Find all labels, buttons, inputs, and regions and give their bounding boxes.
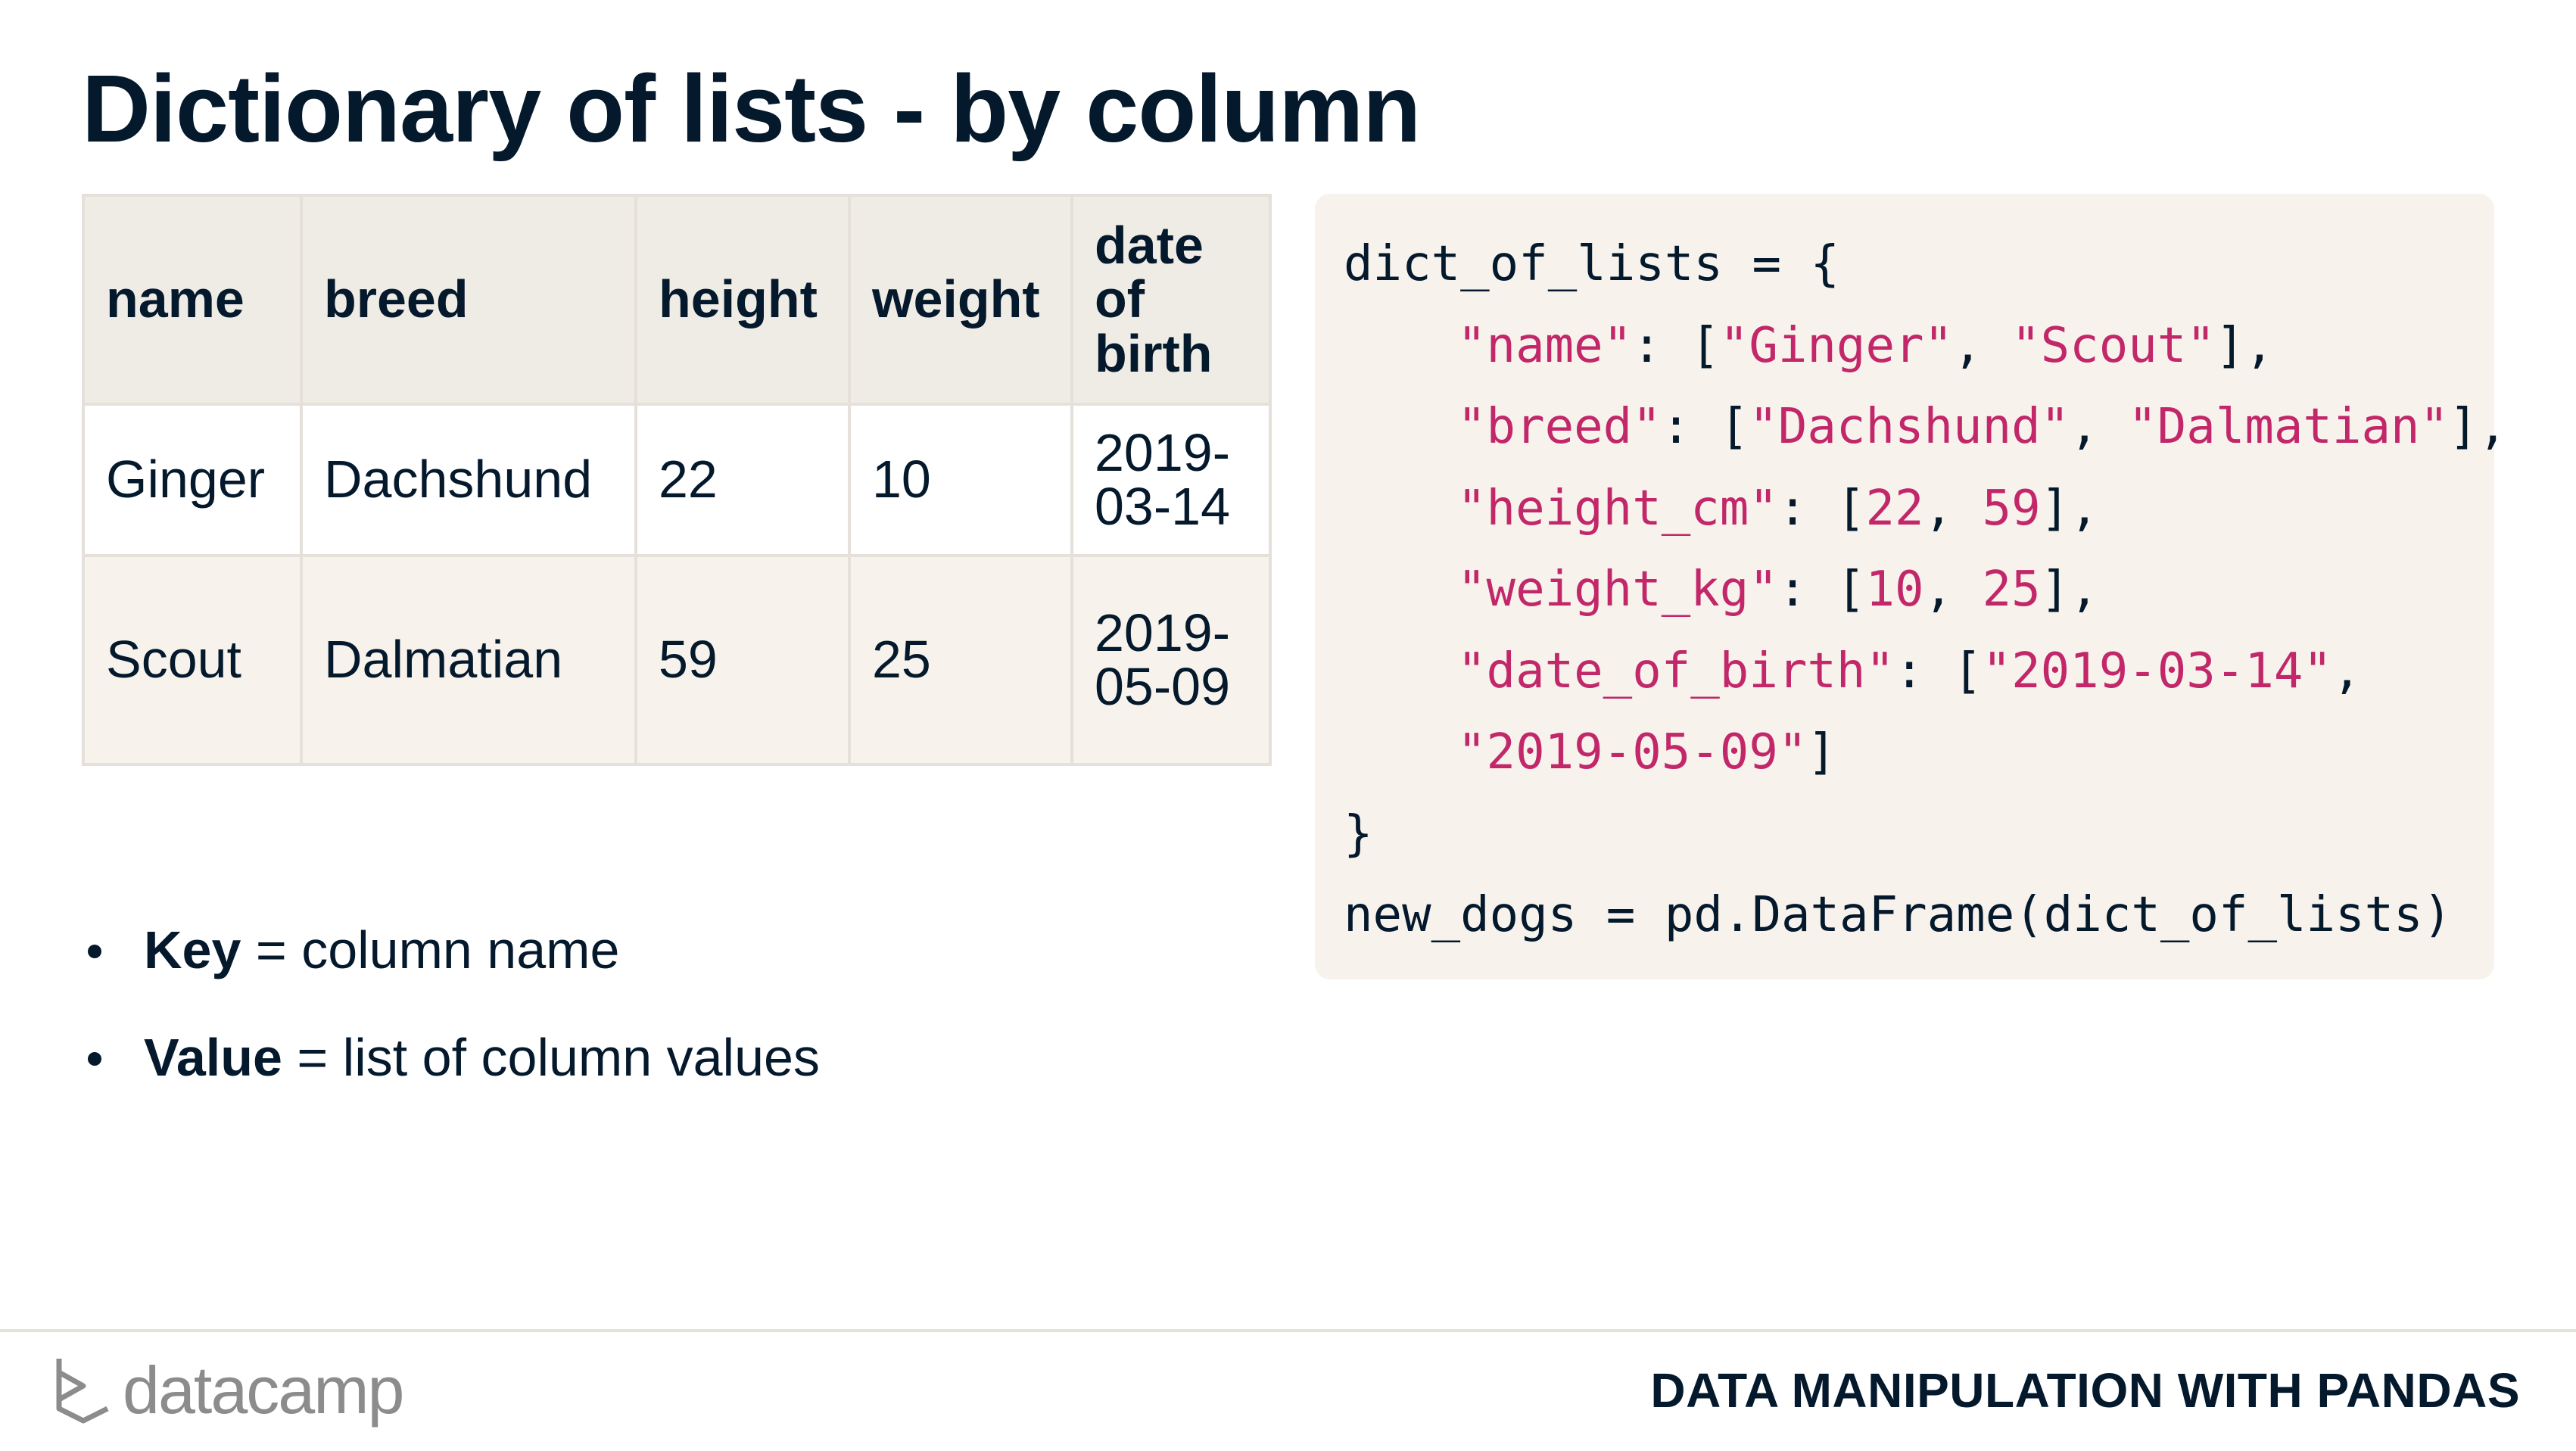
code-value: "Dachshund" — [1749, 399, 2070, 455]
code-key: "date_of_birth" — [1457, 643, 1895, 699]
cell-name: Scout — [82, 554, 303, 766]
code-key: "breed" — [1457, 399, 1662, 455]
cell-date-of-birth: 2019-03-14 — [1070, 403, 1272, 557]
code-line: "height_cm": [22, 59], — [1344, 469, 2465, 550]
code-punct: , — [1953, 317, 2012, 374]
cell-height: 22 — [634, 403, 851, 557]
code-key: "weight_kg" — [1457, 562, 1778, 618]
code-punct: ], — [2449, 399, 2508, 455]
code-value: "2019-03-14" — [1982, 643, 2332, 699]
cell-date-of-birth: 2019-05-09 — [1070, 554, 1272, 766]
code-punct: , — [2070, 399, 2129, 455]
brand-name: datacamp — [123, 1353, 404, 1428]
bullet-text: = list of column values — [282, 1028, 820, 1087]
code-line: dict_of_lists = { — [1344, 236, 1840, 292]
code-number: 59 — [1982, 480, 2041, 537]
datacamp-logo-icon — [56, 1359, 109, 1424]
course-title: DATA MANIPULATION WITH PANDAS — [1650, 1363, 2520, 1418]
code-line: "name": ["Ginger", "Scout"], — [1344, 306, 2465, 388]
bullet-term: Value — [144, 1028, 282, 1087]
table-row: Ginger Dachshund 22 10 2019-03-14 — [82, 403, 1272, 557]
dogs-table: name breed height weight date of birth G… — [82, 194, 1272, 766]
code-line: "2019-05-09"] — [1344, 712, 2465, 794]
footer-divider — [0, 1329, 2576, 1332]
code-line: } — [1344, 805, 1373, 862]
cell-name: Ginger — [82, 403, 303, 557]
code-value: "Ginger" — [1719, 317, 1954, 374]
code-punct: : [ — [1777, 562, 1866, 618]
cell-breed: Dalmatian — [300, 554, 637, 766]
brand-logo: datacamp — [53, 1349, 404, 1432]
code-punct: ], — [2040, 562, 2099, 618]
code-line: "weight_kg": [10, 25], — [1344, 550, 2465, 631]
bullet-text: = column name — [241, 920, 620, 979]
code-line: new_dogs = pd.DataFrame(dict_of_lists) — [1344, 887, 2453, 943]
code-line: "date_of_birth": ["2019-03-14", — [1344, 631, 2465, 713]
code-key: "name" — [1457, 317, 1633, 374]
cell-height: 59 — [634, 554, 851, 766]
cell-weight: 25 — [848, 554, 1073, 766]
code-punct: , — [1923, 562, 1983, 618]
bullet-key: Key = column name — [82, 908, 820, 1016]
code-line: "breed": ["Dachshund", "Dalmatian"], — [1344, 387, 2507, 469]
code-punct: : [ — [1894, 643, 1983, 699]
code-value: "Scout" — [2011, 317, 2216, 374]
code-punct: ], — [2215, 317, 2274, 374]
code-punct: , — [1923, 480, 1983, 537]
code-number: 22 — [1865, 480, 1924, 537]
bullet-list: Key = column name Value = list of column… — [82, 908, 820, 1123]
code-number: 10 — [1865, 562, 1924, 618]
code-value: "2019-05-09" — [1457, 724, 1808, 780]
slide-title: Dictionary of lists - by column — [82, 55, 1421, 162]
table-row: Scout Dalmatian 59 25 2019-05-09 — [82, 554, 1272, 766]
code-punct: ], — [2040, 480, 2099, 537]
header-height: height — [634, 194, 851, 406]
header-name: name — [82, 194, 303, 406]
code-punct: , — [2331, 643, 2362, 699]
code-value: "Dalmatian" — [2128, 399, 2450, 455]
cell-breed: Dachshund — [300, 403, 637, 557]
code-punct: : [ — [1632, 317, 1720, 374]
header-date-of-birth: date of birth — [1070, 194, 1272, 406]
code-number: 25 — [1982, 562, 2041, 618]
code-punct: ] — [1807, 724, 1836, 780]
cell-weight: 10 — [848, 403, 1073, 557]
code-punct: : [ — [1777, 480, 1866, 537]
code-block: dict_of_lists = { "name": ["Ginger", "Sc… — [1315, 194, 2507, 979]
header-breed: breed — [300, 194, 637, 406]
header-weight: weight — [848, 194, 1073, 406]
bullet-value: Value = list of column values — [82, 1016, 820, 1123]
table-header-row: name breed height weight date of birth — [82, 194, 1272, 406]
bullet-term: Key — [144, 920, 241, 979]
code-punct: : [ — [1661, 399, 1749, 455]
code-key: "height_cm" — [1457, 480, 1778, 537]
